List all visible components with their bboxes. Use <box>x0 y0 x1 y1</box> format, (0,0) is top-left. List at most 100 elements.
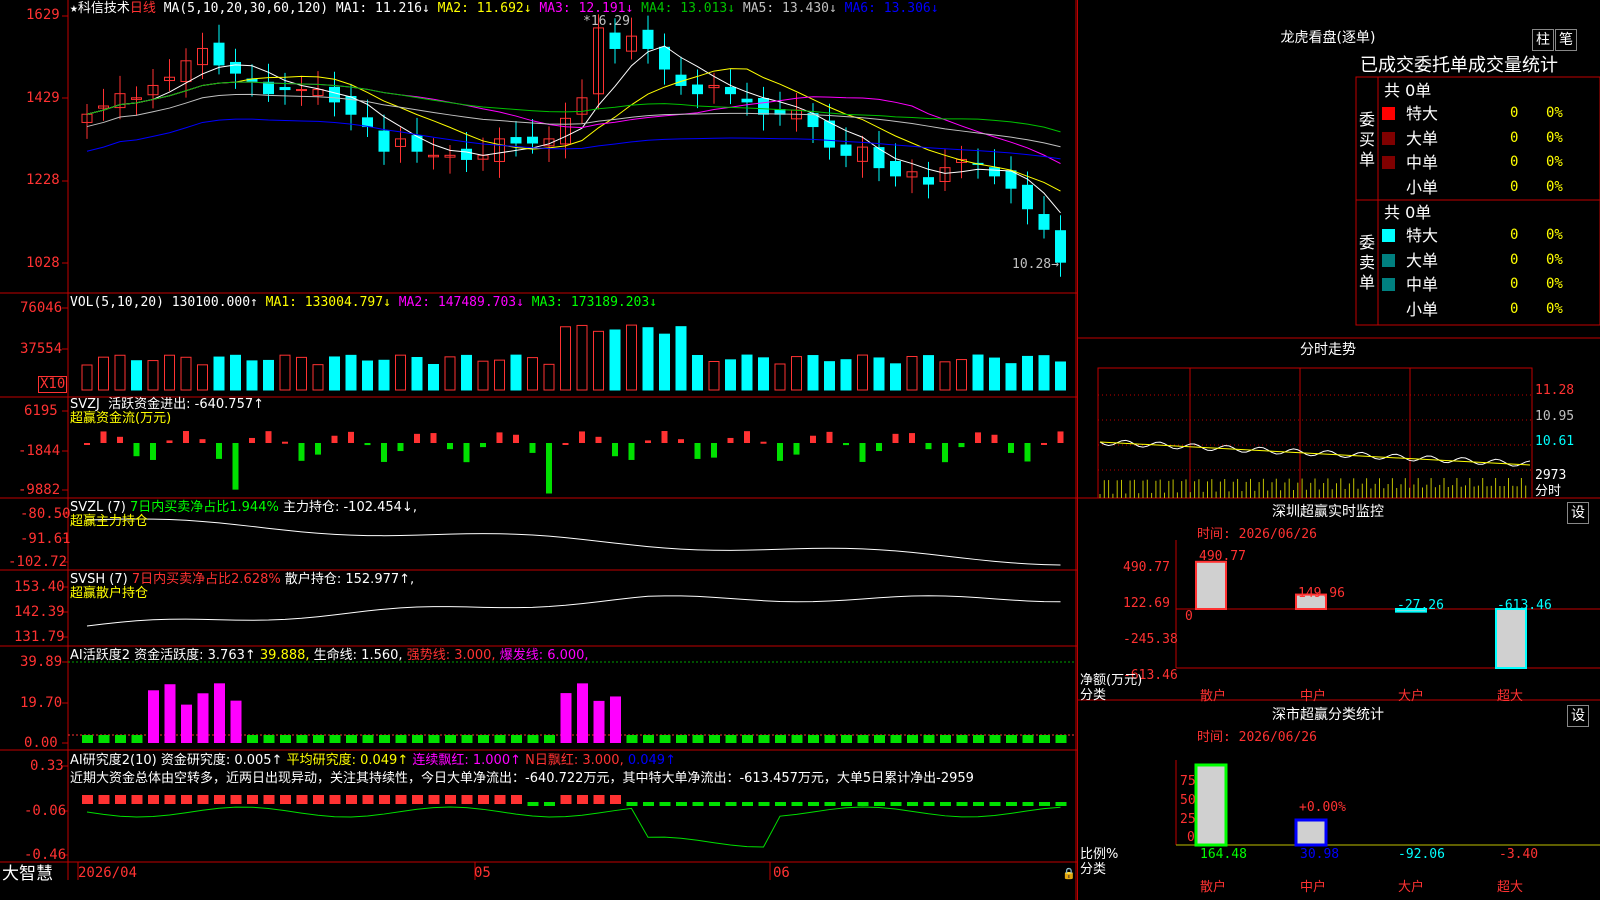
ai-bar <box>874 735 885 743</box>
class-cat-4: 超大 <box>1497 880 1524 895</box>
research-bar <box>511 795 522 804</box>
research-bar <box>742 802 753 806</box>
svzj-bar <box>430 433 437 443</box>
volume-bar <box>956 359 967 391</box>
buy-row-percent: 0% <box>1546 178 1563 195</box>
volume-bar <box>626 324 637 391</box>
sell-row-swatch <box>1382 302 1395 316</box>
research-bar <box>1055 802 1067 806</box>
svzl-header: SVZL (7) 7日内买卖净占比1.944% 主力持仓: -102.454↓, <box>70 500 417 515</box>
svzl-sub: 超赢主力持仓 <box>70 514 149 529</box>
svsh-line <box>86 595 1061 627</box>
vol-unit-badge[interactable]: X10 <box>38 376 68 393</box>
volume-bar <box>890 363 901 391</box>
class-axis-4: 0 <box>1187 830 1195 845</box>
ai-bar <box>659 735 671 743</box>
candle <box>758 97 769 115</box>
volume-bar <box>296 356 307 391</box>
svzl-axis-3: -102.72 <box>8 554 68 570</box>
candle <box>378 130 390 152</box>
intraday-axis-2: 10.95 <box>1535 409 1575 424</box>
star-icon[interactable]: ★ <box>70 1 78 16</box>
research-bar <box>791 802 803 806</box>
research-bar <box>214 795 225 804</box>
ai-bar <box>445 735 456 743</box>
research-bar <box>280 795 291 804</box>
buy-row-percent: 0% <box>1546 105 1563 121</box>
candle <box>923 177 934 185</box>
svzj-bar <box>975 432 981 443</box>
monitor-val-2: 149.96 <box>1298 586 1345 601</box>
candle <box>1022 184 1033 210</box>
volume-bar <box>923 355 934 391</box>
svzj-bar <box>727 437 734 443</box>
research-bar <box>461 795 473 804</box>
tick-toggle-button[interactable]: 笔 <box>1555 29 1577 51</box>
sell-row-name: 小单 <box>1406 299 1439 319</box>
period-label[interactable]: 日线 <box>130 1 156 16</box>
svzl-axis-1: -80.50 <box>20 506 71 522</box>
intraday-avg-line <box>1099 441 1531 466</box>
brand-logo[interactable]: 大智慧 <box>2 864 53 884</box>
bar-toggle-button[interactable]: 柱 <box>1532 29 1554 51</box>
svzj-bar <box>133 443 140 457</box>
svzj-bar <box>166 440 173 443</box>
monitor-settings-button[interactable]: 设 <box>1567 502 1589 524</box>
volume-bar <box>81 364 93 391</box>
ma4-value: MA4: 13.013↓ <box>641 1 736 16</box>
research-bar <box>923 802 935 806</box>
class-title: 深市超赢分类统计 <box>1272 707 1384 723</box>
research-bar <box>725 802 737 806</box>
table-header: 已成交委托单成交量统计 <box>1360 55 1558 76</box>
candle <box>1038 214 1050 230</box>
price-axis-4: 1028 <box>26 255 60 271</box>
volume-bar <box>477 360 489 391</box>
sell-row-name: 中单 <box>1406 275 1439 294</box>
ai-bar <box>1022 735 1034 743</box>
stock-name[interactable]: 科信技术 <box>78 1 130 16</box>
ai-bar <box>412 735 423 743</box>
svsh-header: SVSH (7) 7日内买卖净占比2.628% 散户持仓: 152.977↑, <box>70 572 415 587</box>
buy-row-volume: 0 <box>1510 154 1519 170</box>
class-settings-button[interactable]: 设 <box>1567 705 1589 727</box>
research-bar <box>709 802 720 806</box>
svzj-bar <box>381 443 387 462</box>
lock-icon[interactable]: 🔒 <box>1062 866 1076 881</box>
volume-bar <box>461 354 472 391</box>
svzj-bar <box>463 443 470 463</box>
svzl-line <box>86 518 1061 566</box>
buy-row-name: 大单 <box>1406 128 1439 148</box>
volume-bar <box>1055 361 1066 391</box>
volume-bar <box>741 354 753 391</box>
volume-bar <box>1038 355 1050 391</box>
svzj-bar <box>1008 443 1014 453</box>
monitor-cat-3: 大户 <box>1398 689 1425 704</box>
research-bar <box>560 795 572 804</box>
high-marker: *16.29 <box>583 14 630 29</box>
research-line <box>86 806 1061 848</box>
svzj-bar <box>199 439 206 443</box>
research-bar <box>296 795 308 804</box>
volume-bar <box>164 354 175 391</box>
volume-bar <box>939 361 951 391</box>
vol-header: VOL(5,10,20) 130100.000↑ MA1: 133004.797… <box>70 295 658 310</box>
research-bar <box>874 802 885 806</box>
buy-row-volume: 0 <box>1510 105 1519 121</box>
svzj-bar <box>447 443 453 450</box>
ai-bar <box>346 735 357 743</box>
svzj-bar <box>661 431 668 443</box>
monitor-axis-3: 0 <box>1185 609 1193 624</box>
intraday-frame <box>1097 367 1533 499</box>
ai-bar <box>791 735 803 743</box>
volume-bar <box>906 355 918 391</box>
sell-row-swatch <box>1382 278 1395 291</box>
sell-row-volume: 0 <box>1510 227 1519 243</box>
price-axis-1: 1629 <box>26 7 60 23</box>
price-axis-2: 1429 <box>26 90 60 106</box>
monitor-time: 时间: 2026/06/26 <box>1197 527 1317 542</box>
volume-bar <box>98 356 109 391</box>
research-bar <box>890 802 902 806</box>
candle <box>461 148 472 160</box>
svzj-bar <box>612 443 618 457</box>
volume-bar <box>279 354 291 391</box>
